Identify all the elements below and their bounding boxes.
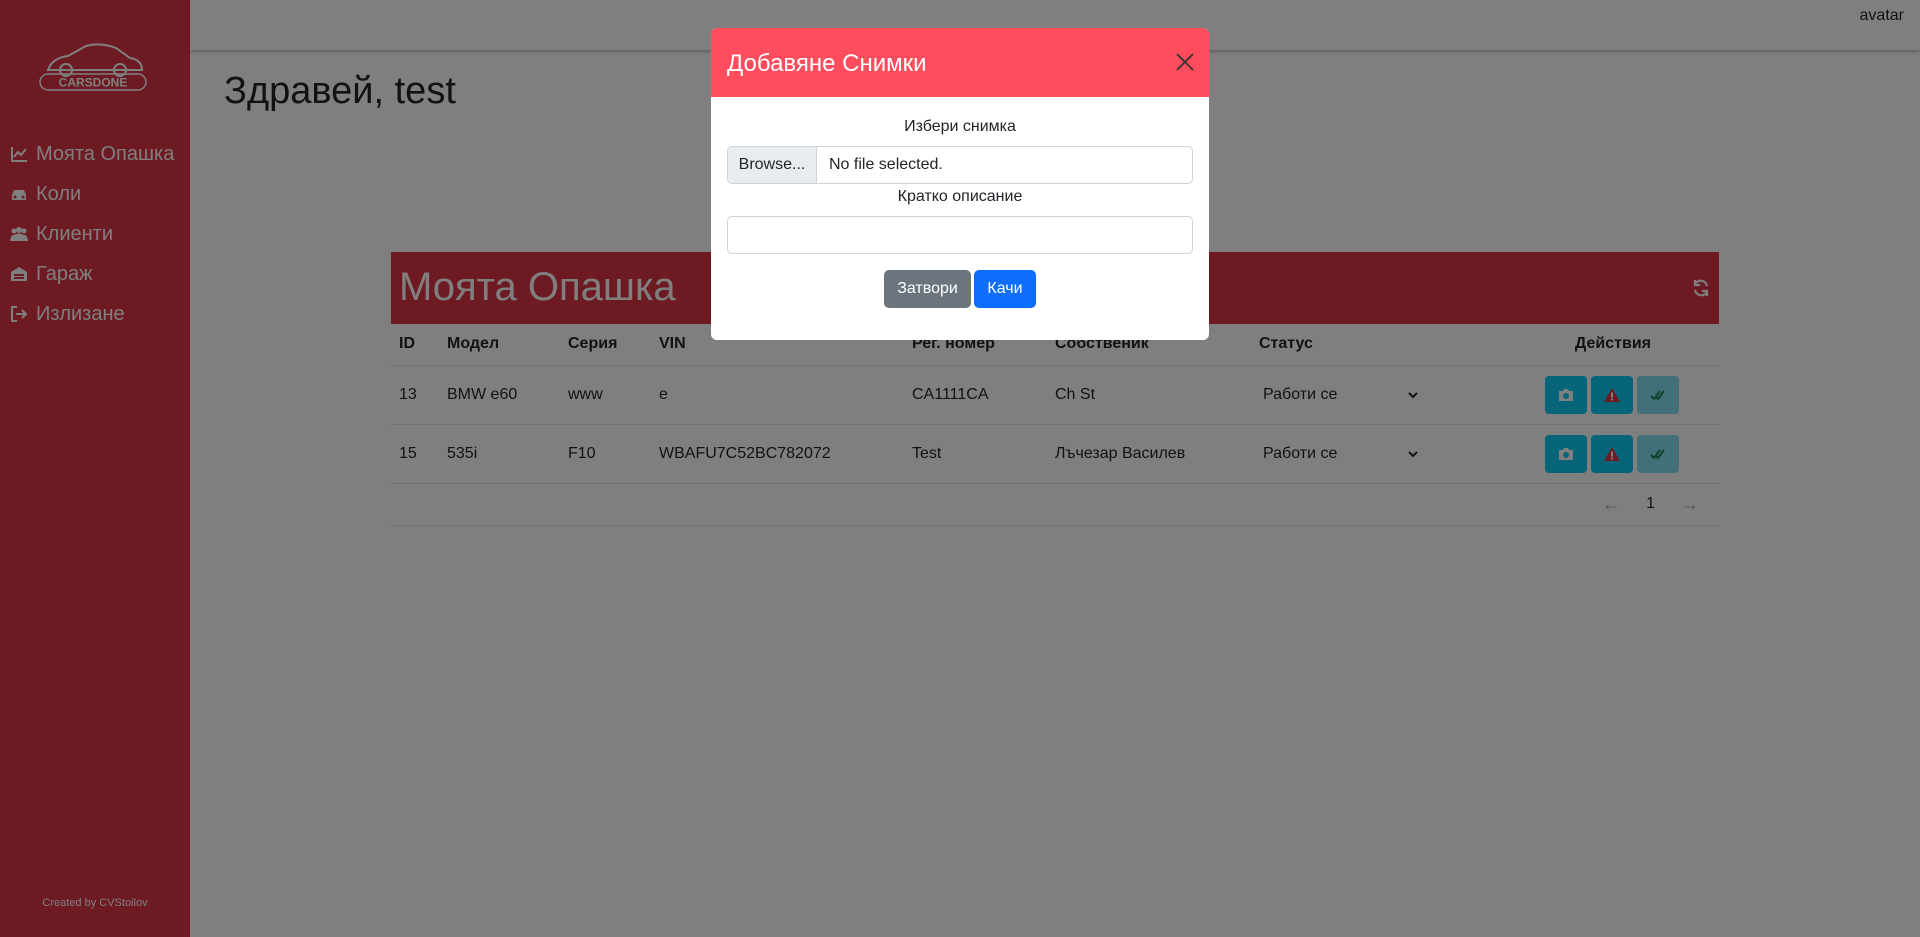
close-icon[interactable]	[1175, 52, 1195, 72]
description-field-label: Кратко описание	[897, 188, 1023, 205]
file-field-label: Избери снимка	[904, 118, 1016, 135]
file-name-display: No file selected.	[829, 156, 943, 173]
file-input[interactable]: Browse... No file selected.	[727, 146, 1193, 184]
modal-title: Добавяне Снимки	[727, 50, 927, 77]
modal-header: Добавяне Снимки	[711, 28, 1209, 97]
add-photos-modal: Добавяне Снимки Избери снимка Browse... …	[711, 28, 1209, 340]
close-button[interactable]: Затвори	[884, 270, 971, 308]
browse-button[interactable]: Browse...	[728, 147, 817, 183]
description-input[interactable]	[727, 216, 1193, 254]
upload-button[interactable]: Качи	[974, 270, 1036, 308]
